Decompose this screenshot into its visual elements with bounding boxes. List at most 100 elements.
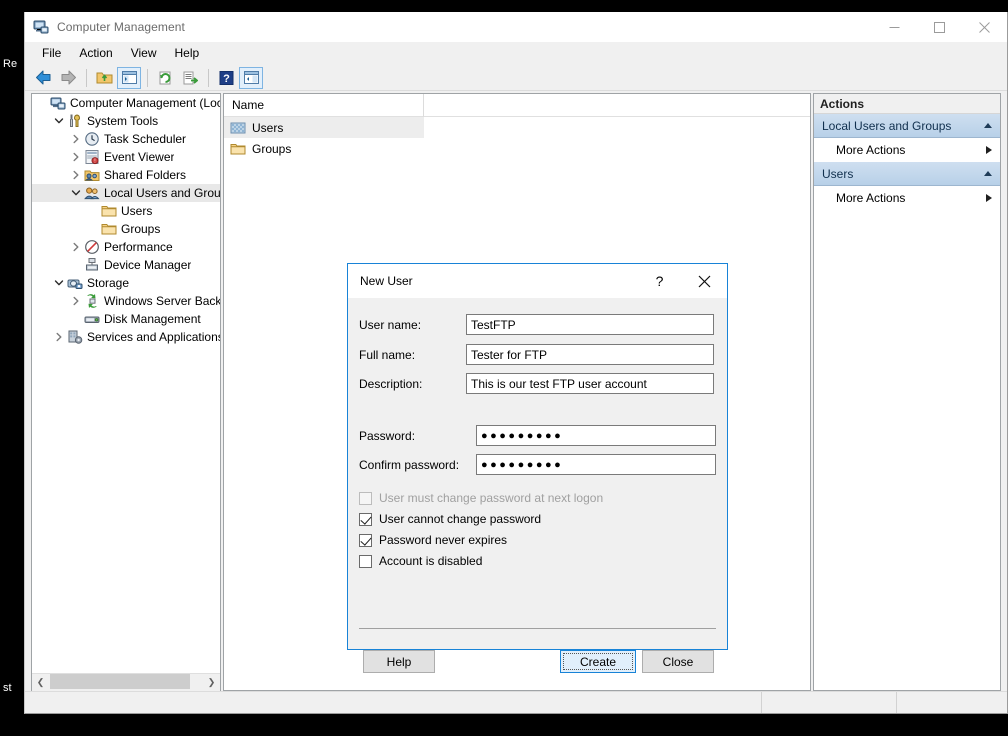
up-one-level-button[interactable] <box>92 67 116 89</box>
close-button[interactable] <box>962 12 1007 42</box>
folder-icon <box>101 203 117 219</box>
list-item[interactable]: Groups <box>224 138 424 159</box>
scroll-right-arrow[interactable]: ❯ <box>203 674 220 691</box>
scrollbar-thumb[interactable] <box>50 674 190 689</box>
tree-node-shared-folders[interactable]: Shared Folders <box>32 166 220 184</box>
input-fullname[interactable]: Tester for FTP <box>466 344 714 365</box>
show-hide-console-tree-button[interactable] <box>117 67 141 89</box>
label-confirm-password: Confirm password: <box>348 458 466 472</box>
minimize-button[interactable] <box>872 12 917 42</box>
field-row-password: Password: ●●●●●●●●● <box>348 425 727 446</box>
tree-horizontal-scrollbar[interactable]: ❮ ❯ <box>32 673 220 690</box>
list-item-label: Users <box>252 121 283 135</box>
dialog-title: New User <box>348 274 413 288</box>
refresh-button[interactable] <box>153 67 177 89</box>
checkbox-row-password-never-expires[interactable]: Password never expires <box>359 533 507 547</box>
input-password[interactable]: ●●●●●●●●● <box>476 425 716 446</box>
tree-node-storage[interactable]: Storage <box>32 274 220 292</box>
tree-node-label: Services and Applications <box>87 330 220 344</box>
device-manager-icon <box>84 257 100 273</box>
maximize-button[interactable] <box>917 12 962 42</box>
actions-group-label: Users <box>822 167 853 181</box>
tree-node-users[interactable]: Users <box>32 202 220 220</box>
tree-node-computer-management-local[interactable]: Computer Management (Local <box>32 94 220 112</box>
list-item[interactable]: Users <box>224 117 424 138</box>
chevron-right-icon[interactable] <box>68 149 84 165</box>
tree-node-label: Device Manager <box>104 258 191 272</box>
tree-node-label: Users <box>121 204 152 218</box>
status-segment-main <box>25 692 762 713</box>
chevron-down-icon[interactable] <box>51 275 67 291</box>
caret-right-icon[interactable] <box>986 146 992 154</box>
chevron-down-icon[interactable] <box>68 185 84 201</box>
status-segment-2 <box>762 692 897 713</box>
statusbar <box>25 691 1007 713</box>
chevron-right-icon[interactable] <box>68 239 84 255</box>
scrollbar-track[interactable] <box>49 674 203 691</box>
menu-action[interactable]: Action <box>70 44 121 63</box>
tree-node-label: Local Users and Groups <box>104 186 220 200</box>
help-button-dialog[interactable]: Help <box>363 650 435 673</box>
input-username[interactable]: TestFTP <box>466 314 714 335</box>
column-header-name[interactable]: Name <box>224 94 424 117</box>
tree-node-services-and-applications[interactable]: Services and Applications <box>32 328 220 346</box>
chevron-right-icon[interactable] <box>68 131 84 147</box>
caret-up-icon[interactable] <box>984 171 992 176</box>
input-confirm-password[interactable]: ●●●●●●●●● <box>476 454 716 475</box>
new-user-dialog: New User ? User name: TestFTP Full n <box>347 263 728 650</box>
tree-node-groups[interactable]: Groups <box>32 220 220 238</box>
checkbox-must-change-password <box>359 492 372 505</box>
close-button-dialog[interactable]: Close <box>642 650 714 673</box>
clock-icon <box>84 131 100 147</box>
menu-view[interactable]: View <box>122 44 166 63</box>
tree-node-task-scheduler[interactable]: Task Scheduler <box>32 130 220 148</box>
tree-node-system-tools[interactable]: System Tools <box>32 112 220 130</box>
checkbox-row-must-change-password[interactable]: User must change password at next logon <box>359 491 603 505</box>
tree-node-event-viewer[interactable]: !Event Viewer <box>32 148 220 166</box>
window-title: Computer Management <box>57 20 185 34</box>
actions-more-actions-item[interactable]: More Actions <box>814 138 1000 162</box>
menu-file[interactable]: File <box>33 44 70 63</box>
label-username: User name: <box>348 318 466 332</box>
export-list-button[interactable] <box>178 67 202 89</box>
checkbox-cannot-change-password <box>359 513 372 526</box>
tree-node-performance[interactable]: Performance <box>32 238 220 256</box>
scroll-left-arrow[interactable]: ❮ <box>32 674 49 691</box>
twisty-spacer <box>85 221 101 237</box>
console-tree[interactable]: Computer Management (LocalSystem Tools Ta… <box>32 94 220 673</box>
event-viewer-icon: ! <box>84 149 100 165</box>
help-button[interactable]: ? <box>214 67 238 89</box>
actions-pane: Actions Local Users and GroupsMore Actio… <box>813 93 1001 691</box>
input-description[interactable]: This is our test FTP user account <box>466 373 714 394</box>
focus-outline <box>563 653 633 670</box>
chevron-right-icon[interactable] <box>68 167 84 183</box>
actions-group-header[interactable]: Local Users and Groups <box>814 114 1000 138</box>
caret-right-icon[interactable] <box>986 194 992 202</box>
actions-group-header[interactable]: Users <box>814 162 1000 186</box>
back-button[interactable] <box>31 67 55 89</box>
label-password: Password: <box>348 429 466 443</box>
tree-node-label: Task Scheduler <box>104 132 186 146</box>
backup-icon <box>84 293 100 309</box>
tree-node-disk-management[interactable]: Disk Management <box>32 310 220 328</box>
caret-up-icon[interactable] <box>984 123 992 128</box>
actions-more-actions-item[interactable]: More Actions <box>814 186 1000 210</box>
tree-node-windows-server-backup[interactable]: Windows Server Backup <box>32 292 220 310</box>
twisty-spacer <box>68 257 84 273</box>
chevron-right-icon[interactable] <box>68 293 84 309</box>
chevron-down-icon[interactable] <box>51 113 67 129</box>
label-fullname: Full name: <box>348 348 466 362</box>
checkbox-row-account-disabled[interactable]: Account is disabled <box>359 554 482 568</box>
dialog-close-button[interactable] <box>682 264 727 298</box>
tree-node-local-users-and-groups[interactable]: Local Users and Groups <box>32 184 220 202</box>
chevron-right-icon[interactable] <box>51 329 67 345</box>
checkbox-row-cannot-change-password[interactable]: User cannot change password <box>359 512 541 526</box>
twisty-spacer <box>85 203 101 219</box>
tree-node-device-manager[interactable]: Device Manager <box>32 256 220 274</box>
menu-help[interactable]: Help <box>166 44 209 63</box>
create-button[interactable]: Create <box>560 650 636 673</box>
forward-button[interactable] <box>56 67 80 89</box>
show-hide-action-pane-button[interactable] <box>239 67 263 89</box>
menubar: File Action View Help <box>25 42 1007 65</box>
dialog-help-button[interactable]: ? <box>637 264 682 298</box>
